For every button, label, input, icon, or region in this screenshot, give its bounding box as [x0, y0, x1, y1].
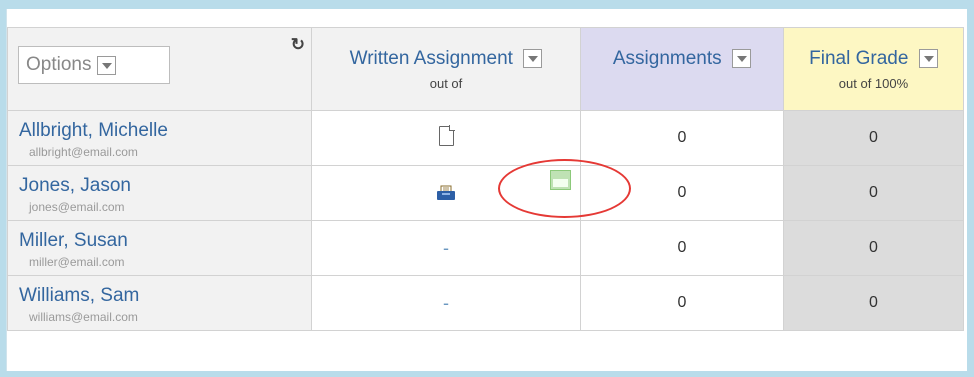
table-row: Miller, Susan miller@email.com - 0 0	[7, 220, 964, 276]
student-email: miller@email.com	[29, 254, 125, 269]
final-grade-value: 0	[869, 184, 878, 201]
final-grade-value: 0	[869, 239, 878, 256]
document-icon[interactable]	[438, 124, 455, 146]
assignments-value: 0	[677, 294, 687, 311]
options-dropdown[interactable]: Options	[18, 46, 170, 84]
student-cell: Miller, Susan miller@email.com	[7, 220, 312, 276]
assignments-cell[interactable]: 0	[580, 275, 784, 331]
final-grade-cell: 0	[783, 275, 964, 331]
options-label: Options	[26, 54, 92, 75]
header-row: Options ↻ Written Assignment out of Assi…	[7, 27, 964, 111]
column-title: Written Assignment	[349, 47, 513, 69]
student-cell: Allbright, Michelle allbright@email.com	[7, 110, 312, 166]
column-header-written-assignment[interactable]: Written Assignment out of	[311, 27, 581, 111]
column-header-final-grade[interactable]: Final Grade out of 100%	[783, 27, 964, 111]
column-subtitle: out of	[429, 75, 463, 91]
refresh-icon[interactable]: ↻	[291, 36, 305, 53]
assignments-cell[interactable]: 0	[580, 165, 784, 221]
column-title: Final Grade	[809, 47, 909, 69]
panel-icon[interactable]	[550, 170, 571, 190]
chevron-down-icon[interactable]	[97, 55, 117, 75]
written-assignment-cell[interactable]	[311, 165, 581, 221]
assignments-cell[interactable]: 0	[580, 220, 784, 276]
written-assignment-cell[interactable]	[311, 110, 581, 166]
final-grade-cell: 0	[783, 165, 964, 221]
chevron-down-icon[interactable]	[732, 49, 752, 68]
options-header-cell: Options ↻	[7, 27, 312, 111]
empty-grade-dash: -	[443, 237, 449, 258]
empty-grade-dash: -	[443, 292, 449, 313]
gradebook-table: Options ↻ Written Assignment out of Assi…	[7, 27, 964, 331]
column-title: Assignments	[612, 48, 722, 69]
assignments-value: 0	[677, 129, 687, 146]
student-name-link[interactable]: Williams, Sam	[19, 285, 311, 307]
final-grade-value: 0	[869, 294, 878, 311]
column-header-assignments[interactable]: Assignments	[580, 27, 784, 111]
student-email: allbright@email.com	[29, 144, 138, 159]
inbox-icon[interactable]	[436, 185, 456, 201]
assignments-value: 0	[677, 239, 687, 256]
table-row: Allbright, Michelle allbright@email.com …	[7, 110, 964, 166]
table-row: Jones, Jason jones@email.com 0 0	[7, 165, 964, 221]
student-name-link[interactable]: Miller, Susan	[19, 230, 311, 252]
student-name-link[interactable]: Jones, Jason	[19, 175, 311, 197]
written-assignment-cell[interactable]: -	[311, 220, 581, 276]
student-email: jones@email.com	[29, 199, 125, 214]
final-grade-value: 0	[869, 129, 878, 146]
gradebook-panel: Options ↻ Written Assignment out of Assi…	[6, 9, 967, 371]
assignments-value: 0	[677, 184, 687, 201]
final-grade-cell: 0	[783, 110, 964, 166]
assignments-cell[interactable]: 0	[580, 110, 784, 166]
student-cell: Jones, Jason jones@email.com	[7, 165, 312, 221]
chevron-down-icon[interactable]	[918, 48, 938, 68]
student-email: williams@email.com	[29, 309, 138, 324]
written-assignment-cell[interactable]: -	[311, 275, 581, 331]
chevron-down-icon[interactable]	[523, 48, 543, 68]
student-cell: Williams, Sam williams@email.com	[7, 275, 312, 331]
column-subtitle: out of 100%	[838, 75, 909, 91]
table-row: Williams, Sam williams@email.com - 0 0	[7, 275, 964, 331]
final-grade-cell: 0	[783, 220, 964, 276]
student-name-link[interactable]: Allbright, Michelle	[19, 120, 311, 142]
